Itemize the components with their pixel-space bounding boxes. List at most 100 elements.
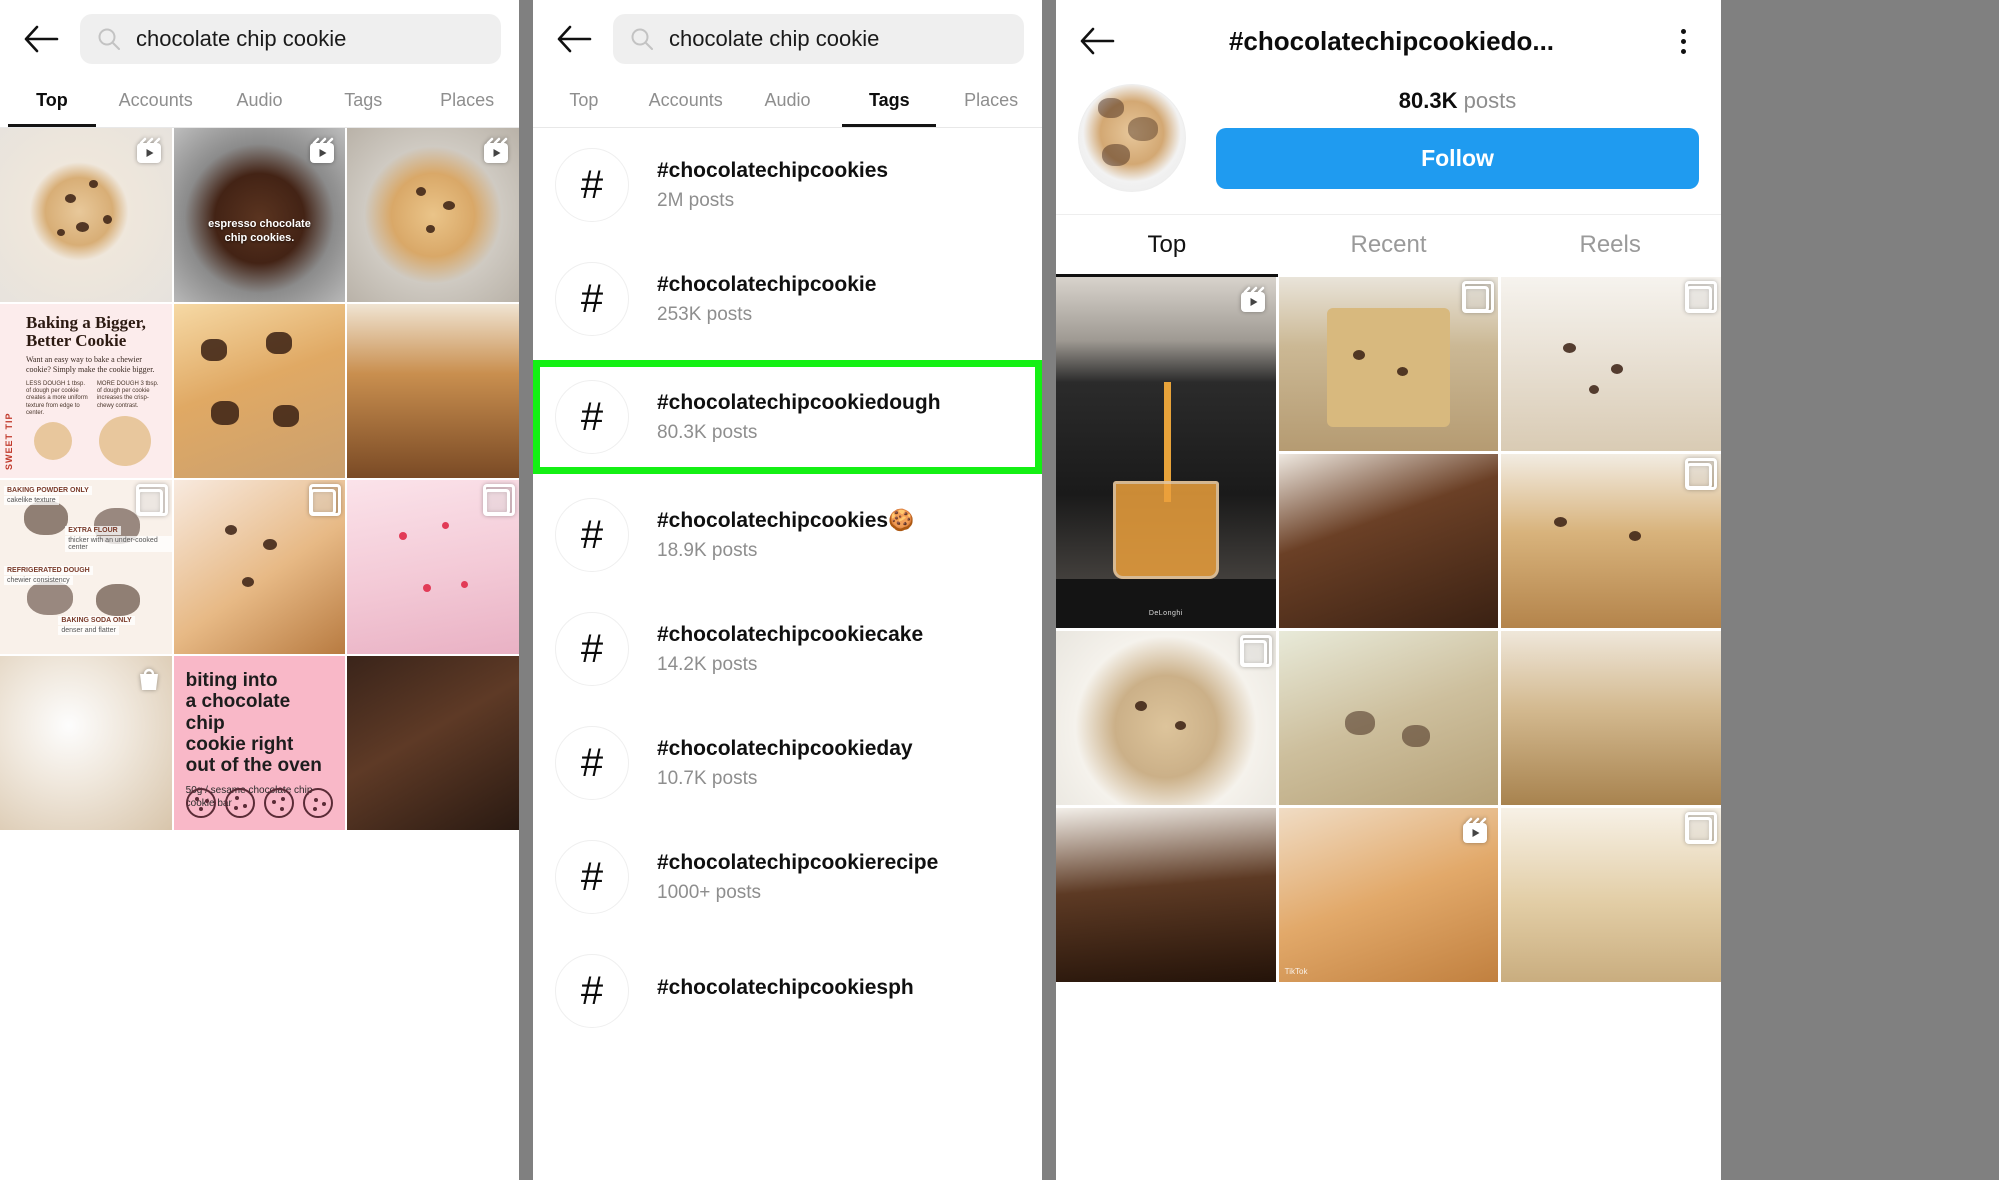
post-count-value: 80.3K — [1398, 87, 1458, 113]
hashtag-post-count: 2M posts — [657, 189, 735, 211]
kebab-menu-icon[interactable] — [1663, 28, 1703, 54]
grid-item[interactable] — [173, 304, 346, 478]
hashtag-header: #chocolatechipcookiedo... — [1056, 0, 1721, 78]
hashtag-results-list: # #chocolatechipcookies 2M posts # #choc… — [533, 128, 1042, 1180]
tab-accounts[interactable]: Accounts — [104, 76, 208, 127]
grid-item[interactable]: biting into a chocolate chip cookie right o… — [173, 656, 346, 830]
tab-audio[interactable]: Audio — [208, 76, 312, 127]
hashtag-name: #chocolatechipcookiecake — [657, 622, 924, 646]
grid-item[interactable] — [1056, 631, 1276, 805]
list-item[interactable]: # #chocolatechipcookiesph — [533, 934, 1042, 1048]
tab-recent[interactable]: Recent — [1278, 215, 1500, 277]
grid-item[interactable] — [1501, 454, 1721, 628]
grid-item[interactable] — [347, 480, 519, 654]
grid-item[interactable] — [1501, 808, 1721, 982]
list-item[interactable]: # #chocolatechipcookies🍪 18.9K posts — [533, 478, 1042, 592]
grid-item[interactable] — [173, 480, 346, 654]
hashtag-icon: # — [555, 726, 629, 800]
list-item[interactable]: # #chocolatechipcookieday 10.7K posts — [533, 706, 1042, 820]
grid-item[interactable]: BAKING POWDER ONLY cakelike texture EXTR… — [0, 480, 172, 654]
panel-divider — [519, 0, 533, 1180]
hashtag-icon: # — [555, 954, 629, 1028]
post-count: 80.3K posts — [1399, 88, 1516, 114]
list-item-highlighted[interactable]: # #chocolatechipcookiedough 80.3K posts — [533, 360, 1042, 474]
tab-accounts[interactable]: Accounts — [635, 76, 737, 127]
post-thumbnail — [1278, 454, 1499, 628]
label-baking-soda: BAKING SODA ONLY — [58, 616, 135, 625]
grid-item[interactable]: espresso chocolate chip cookies. — [173, 128, 346, 302]
hashtag-name: #chocolatechipcookie — [657, 272, 877, 296]
search-tabs-2: Top Accounts Audio Tags Places — [533, 76, 1042, 128]
grid-item[interactable]: SWEET TIP Baking a Bigger, Better Cookie … — [0, 304, 172, 478]
tab-places[interactable]: Places — [415, 76, 519, 127]
grid-item[interactable] — [0, 656, 172, 830]
label-extra-flour-sub: thicker with an under-cooked center — [65, 536, 172, 552]
hashtag-post-grid: DeLonghi TikTok — [1056, 277, 1721, 1180]
list-item[interactable]: # #chocolatechipcookies 2M posts — [533, 128, 1042, 242]
hashtag-icon: # — [555, 262, 629, 336]
back-arrow-icon[interactable] — [18, 16, 64, 62]
label-refrigerated-dough-sub: chewier consistency — [4, 576, 73, 585]
shop-bag-icon — [134, 664, 164, 694]
grid-item[interactable] — [1501, 277, 1721, 451]
grid-item[interactable] — [1056, 808, 1276, 982]
hashtag-profile: 80.3K posts Follow — [1056, 78, 1721, 214]
hashtag-icon: # — [555, 498, 629, 572]
panel-hashtag-page: #chocolatechipcookiedo... 80.3K posts Fo… — [1056, 0, 1721, 1180]
thumbnail-caption: espresso chocolate chip cookies. — [208, 218, 311, 245]
dot-3 — [264, 788, 295, 818]
carousel-icon — [135, 484, 168, 516]
infocard-col-2: MORE DOUGH 3 tbsp. of dough per cookie i… — [96, 381, 159, 409]
hashtag-post-count: 80.3K posts — [657, 421, 758, 443]
hashtag-post-count: 10.7K posts — [657, 767, 758, 789]
list-item[interactable]: # #chocolatechipcookie 253K posts — [533, 242, 1042, 356]
grid-item[interactable]: TikTok — [1278, 808, 1499, 982]
grid-item[interactable] — [347, 656, 519, 830]
infocard-illustration — [26, 416, 166, 472]
grid-item[interactable] — [1278, 454, 1499, 628]
search-icon — [96, 26, 122, 52]
three-panel-screenshot: chocolate chip cookie Top Accounts Audio… — [0, 0, 1999, 1180]
hashtag-icon: # — [555, 148, 629, 222]
grid-item[interactable] — [1501, 631, 1721, 805]
avatar — [1078, 84, 1186, 192]
search-input[interactable]: chocolate chip cookie — [80, 14, 501, 64]
tab-tags[interactable]: Tags — [311, 76, 415, 127]
grid-item[interactable] — [0, 128, 172, 302]
pink-caption-post: biting into a chocolate chip cookie right o… — [173, 656, 346, 830]
back-arrow-icon[interactable] — [551, 16, 597, 62]
hashtag-icon: # — [555, 380, 629, 454]
infocard-title: Baking a Bigger, Better Cookie — [26, 313, 146, 351]
hashtag-name: #chocolatechipcookierecipe — [657, 850, 939, 874]
tab-tags[interactable]: Tags — [838, 76, 940, 127]
tab-places[interactable]: Places — [940, 76, 1042, 127]
list-item[interactable]: # #chocolatechipcookiecake 14.2K posts — [533, 592, 1042, 706]
list-item[interactable]: # #chocolatechipcookierecipe 1000+ posts — [533, 820, 1042, 934]
search-input[interactable]: chocolate chip cookie — [613, 14, 1024, 64]
grid-item[interactable] — [1278, 277, 1499, 451]
infocard-columns: LESS DOUGH 1 tbsp. of dough per cookie c… — [26, 381, 162, 417]
infographic-post: SWEET TIP Baking a Bigger, Better Cookie … — [0, 304, 172, 478]
back-arrow-icon[interactable] — [1074, 18, 1120, 64]
search-tabs-1: Top Accounts Audio Tags Places — [0, 76, 519, 128]
dot-1 — [185, 788, 216, 818]
tab-reels[interactable]: Reels — [1499, 215, 1721, 277]
follow-button[interactable]: Follow — [1216, 127, 1699, 189]
grid-item[interactable] — [1278, 631, 1499, 805]
tab-top[interactable]: Top — [1056, 215, 1278, 277]
dot-4 — [303, 788, 334, 818]
grid-item[interactable] — [347, 304, 519, 478]
hashtag-post-count: 253K posts — [657, 303, 753, 325]
tab-audio[interactable]: Audio — [737, 76, 839, 127]
post-thumbnail — [347, 656, 519, 830]
search-header-2: chocolate chip cookie — [533, 0, 1042, 76]
tab-top[interactable]: Top — [0, 76, 104, 127]
grid-item[interactable] — [347, 128, 519, 302]
search-query-text: chocolate chip cookie — [136, 26, 347, 51]
post-thumbnail — [347, 304, 519, 478]
tab-top[interactable]: Top — [533, 76, 635, 127]
grid-item[interactable]: DeLonghi — [1056, 277, 1276, 628]
carousel-icon — [309, 484, 342, 516]
infocard-col-1: LESS DOUGH 1 tbsp. of dough per cookie c… — [26, 381, 88, 416]
hashtag-post-count: 1000+ posts — [657, 881, 762, 903]
